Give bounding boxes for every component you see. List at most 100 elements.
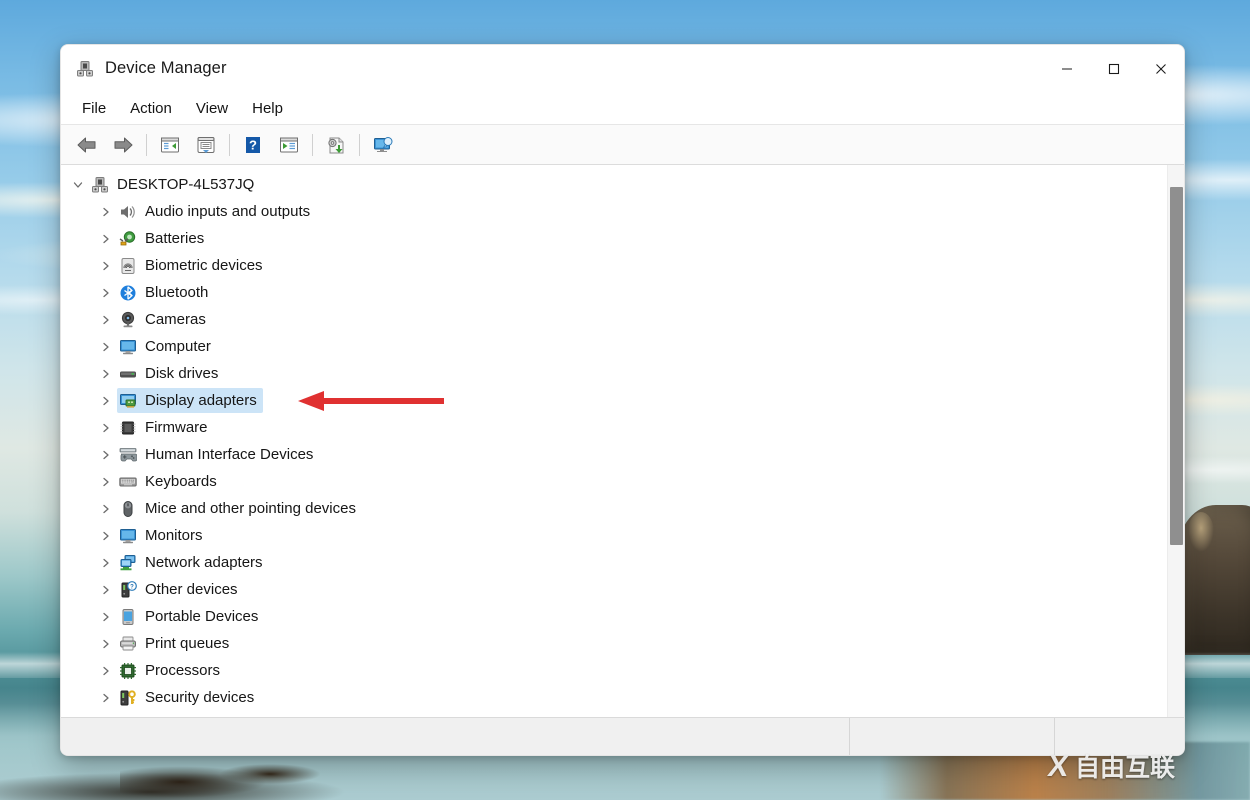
chevron-right-icon[interactable] bbox=[97, 257, 115, 275]
status-bar bbox=[61, 717, 1184, 755]
mouse-icon bbox=[119, 500, 137, 518]
unknown-device-icon: ? bbox=[119, 580, 137, 599]
show-hide-tree-button[interactable] bbox=[152, 130, 188, 160]
toolbar-separator bbox=[312, 133, 313, 156]
tree-item-disk-drives[interactable]: Disk drives bbox=[61, 360, 1167, 387]
tree-item-label: Human Interface Devices bbox=[145, 446, 314, 463]
chevron-right-icon[interactable] bbox=[97, 608, 115, 626]
tree-item-bluetooth[interactable]: Bluetooth bbox=[61, 279, 1167, 306]
computer-node-icon bbox=[91, 176, 109, 194]
network-adapter-icon bbox=[119, 554, 137, 572]
tree-item-computer[interactable]: Computer bbox=[61, 333, 1167, 360]
help-question-icon: ? bbox=[246, 136, 260, 153]
chevron-right-icon[interactable] bbox=[97, 365, 115, 383]
menu-file[interactable]: File bbox=[71, 96, 117, 121]
update-driver-button[interactable] bbox=[318, 130, 354, 160]
chevron-right-icon[interactable] bbox=[97, 554, 115, 572]
tree-item-other-devices[interactable]: ? Other devices bbox=[61, 576, 1167, 603]
toolbar-separator bbox=[359, 133, 360, 156]
svg-text:?: ? bbox=[249, 137, 257, 152]
tree-item-label: Processors bbox=[145, 662, 221, 679]
minimize-button[interactable] bbox=[1043, 45, 1090, 92]
chevron-right-icon[interactable] bbox=[97, 473, 115, 491]
tree-root-label: DESKTOP-4L537JQ bbox=[117, 176, 255, 193]
toolbar-separator bbox=[146, 133, 147, 156]
tree-item-label: Biometric devices bbox=[145, 257, 263, 274]
back-button[interactable] bbox=[69, 130, 105, 160]
tree-item-label: Display adapters bbox=[145, 392, 257, 409]
scan-hardware-button[interactable] bbox=[271, 130, 307, 160]
status-message bbox=[61, 718, 850, 755]
window-controls bbox=[1043, 45, 1184, 92]
tree-item-mice-and-other-pointing-devices[interactable]: Mice and other pointing devices bbox=[61, 495, 1167, 522]
tree-item-display-adapters[interactable]: Display adapters bbox=[61, 387, 1167, 414]
maximize-icon bbox=[1108, 63, 1119, 74]
scan-changes-icon bbox=[280, 137, 298, 152]
close-button[interactable] bbox=[1137, 45, 1184, 92]
chevron-right-icon[interactable] bbox=[97, 203, 115, 221]
chevron-right-icon[interactable] bbox=[97, 500, 115, 518]
chevron-right-icon[interactable] bbox=[97, 635, 115, 653]
forward-arrow-icon bbox=[114, 137, 133, 152]
tree-item-network-adapters[interactable]: Network adapters bbox=[61, 549, 1167, 576]
remote-display-icon bbox=[374, 136, 393, 152]
chevron-right-icon[interactable] bbox=[97, 284, 115, 302]
menu-action[interactable]: Action bbox=[119, 96, 183, 121]
tree-item-cameras[interactable]: Cameras bbox=[61, 306, 1167, 333]
chevron-right-icon[interactable] bbox=[97, 419, 115, 437]
vertical-scrollbar[interactable] bbox=[1167, 165, 1184, 717]
status-section-2 bbox=[850, 718, 1055, 755]
remote-display-button[interactable] bbox=[365, 130, 401, 160]
chevron-right-icon[interactable] bbox=[97, 581, 115, 599]
chevron-right-icon[interactable] bbox=[97, 311, 115, 329]
chevron-right-icon[interactable] bbox=[97, 392, 115, 410]
chevron-right-icon[interactable] bbox=[97, 689, 115, 707]
tree-item-label: Batteries bbox=[145, 230, 205, 247]
chevron-right-icon[interactable] bbox=[97, 338, 115, 356]
tree-item-label: Audio inputs and outputs bbox=[145, 203, 311, 220]
status-section-3 bbox=[1055, 718, 1184, 755]
menu-view[interactable]: View bbox=[185, 96, 239, 121]
tree-item-keyboards[interactable]: Keyboards bbox=[61, 468, 1167, 495]
sea-stack-highlight bbox=[1188, 512, 1214, 552]
maximize-button[interactable] bbox=[1090, 45, 1137, 92]
chevron-right-icon[interactable] bbox=[97, 662, 115, 680]
tree-item-portable-devices[interactable]: Portable Devices bbox=[61, 603, 1167, 630]
device-tree-area: DESKTOP-4L537JQ Audio inputs and outputs B… bbox=[61, 165, 1184, 717]
tree-item-audio-inputs-and-outputs[interactable]: Audio inputs and outputs bbox=[61, 198, 1167, 225]
bluetooth-icon bbox=[119, 284, 137, 302]
chevron-down-icon[interactable] bbox=[69, 176, 87, 194]
watermark-text: 自由互联 bbox=[1075, 752, 1176, 782]
forward-button[interactable] bbox=[105, 130, 141, 160]
disk-drive-icon bbox=[119, 365, 137, 383]
display-adapter-icon bbox=[119, 392, 137, 410]
tree-item-batteries[interactable]: Batteries bbox=[61, 225, 1167, 252]
tree-item-human-interface-devices[interactable]: Human Interface Devices bbox=[61, 441, 1167, 468]
tree-item-label: Network adapters bbox=[145, 554, 263, 571]
tree-item-processors[interactable]: Processors bbox=[61, 657, 1167, 684]
chevron-right-icon[interactable] bbox=[97, 527, 115, 545]
tree-item-firmware[interactable]: Firmware bbox=[61, 414, 1167, 441]
help-button[interactable]: ? bbox=[235, 130, 271, 160]
toolbar: ? bbox=[61, 125, 1184, 165]
chevron-right-icon[interactable] bbox=[97, 446, 115, 464]
menu-help[interactable]: Help bbox=[241, 96, 294, 121]
driftwood bbox=[120, 752, 320, 800]
tree-item-label: Monitors bbox=[145, 527, 203, 544]
tree-item-security-devices[interactable]: Security devices bbox=[61, 684, 1167, 711]
tree-item-label: Mice and other pointing devices bbox=[145, 500, 356, 517]
tree-item-monitors[interactable]: Monitors bbox=[61, 522, 1167, 549]
tree-item-label: Cameras bbox=[145, 311, 206, 328]
close-icon bbox=[1155, 63, 1166, 74]
tree-item-label: Bluetooth bbox=[145, 284, 209, 301]
scrollbar-thumb[interactable] bbox=[1170, 187, 1183, 545]
watermark: X 自由互联 bbox=[1046, 750, 1176, 783]
tree-root-node[interactable]: DESKTOP-4L537JQ bbox=[61, 171, 1167, 198]
properties-button[interactable] bbox=[188, 130, 224, 160]
chevron-right-icon[interactable] bbox=[97, 230, 115, 248]
tree-item-print-queues[interactable]: Print queues bbox=[61, 630, 1167, 657]
tree-item-label: Print queues bbox=[145, 635, 230, 652]
processor-icon bbox=[119, 662, 137, 680]
tree-item-biometric-devices[interactable]: Biometric devices bbox=[61, 252, 1167, 279]
printer-icon bbox=[119, 635, 137, 653]
